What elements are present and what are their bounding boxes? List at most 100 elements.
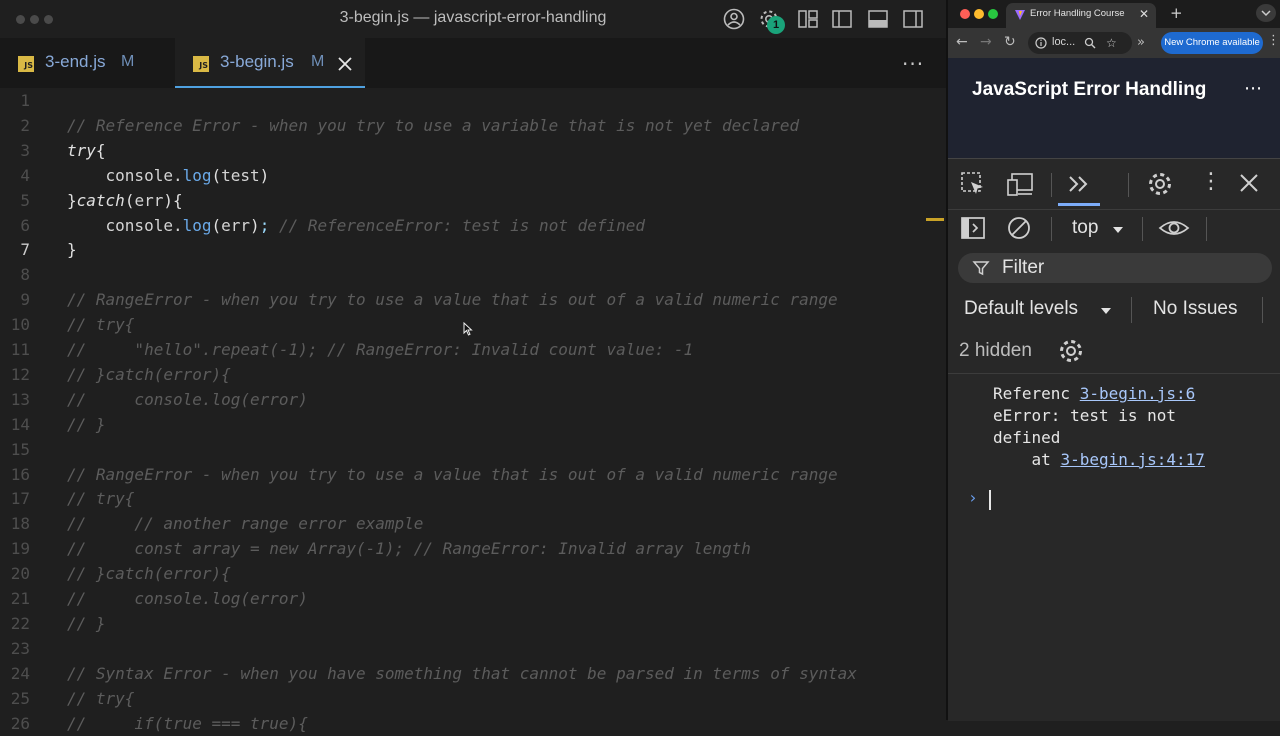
console-input-caret[interactable]	[989, 490, 991, 510]
tab-label: 3-begin.js	[220, 52, 294, 71]
inspect-element-icon[interactable]	[960, 171, 986, 197]
context-selector[interactable]: top	[1072, 217, 1098, 239]
settings-gear-icon[interactable]	[1146, 170, 1174, 198]
line-number: 15	[10, 439, 30, 459]
code-line[interactable]: 21 // console.log(error)	[0, 586, 946, 611]
toolbar-separator	[1051, 173, 1052, 197]
address-text: loc...	[1052, 36, 1076, 48]
code-line[interactable]: 12 // }catch(error){	[0, 362, 946, 387]
code-text: // // another range error example	[67, 514, 424, 534]
line-number: 5	[20, 190, 30, 210]
console-settings-gear-icon[interactable]	[1057, 337, 1085, 365]
chevron-down-icon[interactable]	[1112, 225, 1124, 235]
address-bar[interactable]: loc... ☆	[1028, 32, 1132, 54]
toggle-primary-sidebar-icon[interactable]	[830, 8, 854, 30]
mouse-pointer-icon	[463, 322, 473, 336]
site-info-icon[interactable]	[1035, 37, 1047, 49]
code-text: // }	[67, 414, 106, 434]
new-chrome-available-button[interactable]: New Chrome available	[1161, 32, 1263, 54]
more-actions-icon[interactable]: ···	[902, 52, 924, 76]
code-line[interactable]: 18 // // another range error example	[0, 511, 946, 536]
console-prompt-chevron-icon: ›	[968, 488, 978, 507]
code-line[interactable]: 9 // RangeError - when you try to use a v…	[0, 287, 946, 312]
issues-counter[interactable]: No Issues	[1153, 298, 1237, 320]
chrome-menu-icon[interactable]: ⋮	[1267, 33, 1280, 48]
line-number: 26	[10, 713, 30, 733]
code-line[interactable]: 17 // try{	[0, 486, 946, 511]
code-text: // RangeError - when you try to use a va…	[67, 290, 838, 310]
code-text: // const array = new Array(-1); // Range…	[67, 539, 751, 559]
back-icon[interactable]: ←	[956, 34, 968, 50]
code-editor[interactable]: 1 2// Reference Error - when you try to u…	[0, 88, 946, 733]
log-levels-dropdown[interactable]: Default levels	[964, 298, 1078, 320]
toggle-secondary-sidebar-icon[interactable]	[901, 8, 925, 30]
code-text: // }catch(error){	[67, 364, 231, 384]
log-text: Referenc	[993, 384, 1071, 403]
code-line[interactable]: 22 // }	[0, 611, 946, 636]
bookmark-star-icon[interactable]: ☆	[1106, 36, 1117, 50]
line-number: 21	[10, 589, 30, 608]
extensions-chevron-icon[interactable]: »	[1137, 35, 1145, 50]
log-text: defined	[993, 428, 1061, 447]
customize-layout-icon[interactable]	[796, 8, 820, 30]
code-line[interactable]: 14 // }	[0, 412, 946, 437]
console-output: Referenc 3-begin.js:6 eError: test is no…	[948, 373, 1280, 510]
clear-console-icon[interactable]	[1006, 215, 1032, 241]
code-line[interactable]: 13 // console.log(error)	[0, 387, 946, 412]
more-options-icon[interactable]: ⋮	[1200, 169, 1222, 194]
code-line[interactable]: 23	[0, 636, 946, 661]
line-number: 9	[20, 290, 30, 310]
code-line[interactable]: 8	[0, 262, 946, 287]
scrollbar-marker[interactable]	[926, 218, 944, 221]
chevron-down-icon[interactable]	[1100, 306, 1112, 316]
code-line[interactable]: 15	[0, 437, 946, 462]
reload-icon[interactable]: ↻	[1004, 34, 1016, 50]
code-line[interactable]: 6 console.log(err); // ReferenceError: t…	[0, 213, 946, 238]
code-line[interactable]: 10 // try{	[0, 312, 946, 337]
code-line[interactable]: 19 // const array = new Array(-1); // Ran…	[0, 536, 946, 561]
toolbar-separator	[1206, 217, 1207, 241]
notification-badge: 1	[767, 16, 785, 34]
toggle-panel-icon[interactable]	[866, 8, 890, 30]
filter-input[interactable]: Filter	[958, 253, 1272, 283]
line-number: 1	[20, 91, 30, 110]
code-line[interactable]: 7}	[0, 237, 946, 262]
chrome-window: Error Handling Course ✕ + ← → ↻ loc... ☆…	[946, 0, 1280, 721]
code-text: }	[67, 240, 77, 260]
tab-3-end-js[interactable]: JS 3-end.js M	[0, 38, 174, 88]
forward-icon[interactable]: →	[980, 34, 992, 50]
close-icon[interactable]: ✕	[1139, 7, 1149, 21]
code-line[interactable]: 1	[0, 88, 946, 113]
device-toolbar-icon[interactable]	[1006, 171, 1034, 197]
code-line[interactable]: 5}catch(err){	[0, 188, 946, 213]
traffic-light-minimize[interactable]	[974, 9, 984, 19]
code-line[interactable]: 11 // "hello".repeat(-1); // RangeError: …	[0, 337, 946, 362]
close-icon[interactable]	[336, 55, 354, 73]
code-line[interactable]: 20 // }catch(error){	[0, 561, 946, 586]
code-line[interactable]: 25 // try{	[0, 686, 946, 711]
browser-tab[interactable]: Error Handling Course ✕	[1006, 3, 1156, 28]
source-link[interactable]: 3-begin.js:4:17	[1060, 450, 1205, 469]
line-number: 8	[20, 265, 30, 285]
page-menu-icon[interactable]: ⋯	[1244, 78, 1262, 99]
tab-search-icon[interactable]	[1256, 4, 1276, 22]
traffic-light-zoom[interactable]	[988, 9, 998, 19]
zoom-icon[interactable]	[1084, 37, 1096, 49]
code-line[interactable]: 26 // if(true === true){	[0, 711, 946, 736]
code-line[interactable]: 2 // Reference Error - when you try to us…	[0, 113, 946, 138]
code-line[interactable]: 3 try{	[0, 138, 946, 163]
source-link[interactable]: 3-begin.js:6	[1080, 384, 1196, 403]
toolbar-separator	[1142, 217, 1143, 241]
divider	[948, 209, 1280, 210]
traffic-light-close[interactable]	[960, 9, 970, 19]
account-icon[interactable]	[722, 8, 746, 30]
code-line[interactable]: 4 console.log(test)	[0, 163, 946, 188]
close-devtools-icon[interactable]	[1238, 172, 1260, 194]
code-line[interactable]: 24 // Syntax Error - when you have someth…	[0, 661, 946, 686]
stack-prefix: at	[993, 450, 1061, 469]
code-line[interactable]: 16 // RangeError - when you try to use a …	[0, 462, 946, 487]
console-tab-icon[interactable]	[1066, 171, 1094, 197]
live-expression-eye-icon[interactable]	[1158, 216, 1190, 240]
new-tab-icon[interactable]: +	[1170, 4, 1183, 22]
show-sidebar-icon[interactable]	[960, 215, 986, 241]
